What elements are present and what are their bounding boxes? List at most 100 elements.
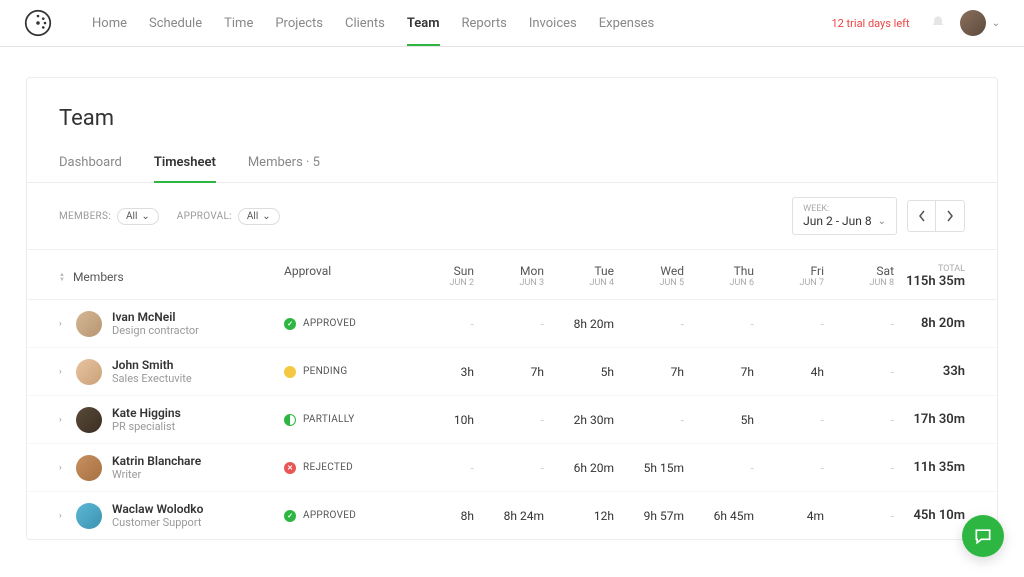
member-info: Katrin BlanchareWriter (112, 454, 201, 481)
td-member: › Ivan McNeilDesign contractor (59, 310, 284, 337)
td-day-value: 5h (684, 413, 754, 427)
approval-status-text: REJECTED (303, 462, 353, 473)
expand-row-caret[interactable]: › (59, 511, 66, 521)
td-day-value: - (474, 461, 544, 475)
chevron-right-icon (946, 210, 954, 222)
trial-days-left[interactable]: 12 trial days left (831, 17, 909, 30)
td-approval: APPROVED (284, 318, 404, 330)
nav-projects[interactable]: Projects (275, 1, 323, 46)
filter-approval: APPROVAL: All ⌄ (177, 208, 280, 225)
td-approval: PENDING (284, 366, 404, 378)
td-member: › Waclaw WolodkoCustomer Support (59, 502, 284, 529)
member-name[interactable]: Katrin Blanchare (112, 454, 201, 468)
member-avatar[interactable] (76, 503, 102, 529)
nav-reports[interactable]: Reports (462, 1, 507, 46)
app-logo[interactable] (24, 9, 52, 37)
td-day-value: 9h 57m (614, 509, 684, 523)
filter-approval-select[interactable]: All ⌄ (238, 208, 280, 225)
td-day-value: 7h (474, 365, 544, 379)
member-avatar[interactable] (76, 359, 102, 385)
td-day-value: 4h (754, 365, 824, 379)
member-name[interactable]: Waclaw Wolodko (112, 502, 203, 516)
chevron-down-icon: ⌄ (878, 216, 886, 227)
member-role: Design contractor (112, 324, 199, 337)
nav-clients[interactable]: Clients (345, 1, 385, 46)
table-row: › Waclaw WolodkoCustomer Support APPROVED 8… (27, 492, 997, 539)
table-row: ›John SmithSales ExectuvitePENDING3h7h5h… (27, 348, 997, 396)
chat-icon (973, 526, 993, 546)
member-name[interactable]: John Smith (112, 358, 192, 372)
td-total: 33h (894, 364, 965, 379)
tab-members[interactable]: Members · 5 (248, 147, 320, 182)
nav-team[interactable]: Team (407, 1, 440, 46)
th-members[interactable]: ▲▼ Members (59, 264, 284, 289)
th-day-tue: TueJUN 4 (544, 264, 614, 289)
th-day-fri: FriJUN 7 (754, 264, 824, 289)
member-name[interactable]: Kate Higgins (112, 406, 181, 420)
tab-timesheet[interactable]: Timesheet (154, 147, 216, 182)
td-total: 17h 30m (894, 412, 965, 427)
timesheet-table: ▲▼ Members Approval SunJUN 2MonJUN 3TueJ… (27, 250, 997, 539)
approval-status-icon (284, 462, 296, 474)
member-role: Sales Exectuvite (112, 372, 192, 385)
member-info: Ivan McNeilDesign contractor (112, 310, 199, 337)
filter-members-label: MEMBERS: (59, 211, 111, 222)
td-day-value: - (824, 413, 894, 427)
member-avatar[interactable] (76, 455, 102, 481)
td-day-value: - (754, 317, 824, 331)
expand-row-caret[interactable]: › (59, 415, 66, 425)
user-avatar[interactable] (960, 10, 986, 36)
filter-members-select[interactable]: All ⌄ (117, 208, 159, 225)
approval-status-text: APPROVED (303, 318, 356, 329)
expand-row-caret[interactable]: › (59, 367, 66, 377)
member-role: PR specialist (112, 420, 181, 433)
next-week-button[interactable] (936, 201, 964, 231)
tab-dashboard[interactable]: Dashboard (59, 147, 122, 182)
chevron-down-icon: ⌄ (262, 211, 270, 222)
prev-week-button[interactable] (908, 201, 936, 231)
td-day-value: 7h (684, 365, 754, 379)
nav-home[interactable]: Home (92, 1, 127, 46)
chevron-down-icon[interactable]: ⌄ (992, 18, 1000, 29)
td-day-value: 5h 15m (614, 461, 684, 475)
week-range: Jun 2 - Jun 8 (803, 214, 871, 228)
expand-row-caret[interactable]: › (59, 463, 66, 473)
td-day-value: 6h 20m (544, 461, 614, 475)
member-info: Waclaw WolodkoCustomer Support (112, 502, 203, 529)
filters-bar: MEMBERS: All ⌄ APPROVAL: All ⌄ WEEK: Jun… (27, 183, 997, 250)
member-name[interactable]: Ivan McNeil (112, 310, 199, 324)
td-day-value: - (824, 461, 894, 475)
th-approval: Approval (284, 264, 404, 289)
td-total: 8h 20m (894, 316, 965, 331)
chevron-down-icon: ⌄ (141, 211, 149, 222)
notification-bell-icon[interactable] (930, 15, 946, 31)
approval-status-icon (284, 414, 296, 426)
main-nav: Home Schedule Time Projects Clients Team Repor… (92, 1, 831, 46)
td-day-value: 6h 45m (684, 509, 754, 523)
week-range-select[interactable]: WEEK: Jun 2 - Jun 8 ⌄ (792, 197, 897, 235)
td-day-value: - (754, 413, 824, 427)
td-day-value: - (614, 317, 684, 331)
approval-status-text: APPROVED (303, 510, 356, 521)
nav-invoices[interactable]: Invoices (529, 1, 577, 46)
td-day-value: 8h (404, 509, 474, 523)
week-selector: WEEK: Jun 2 - Jun 8 ⌄ (792, 197, 965, 235)
td-day-value: - (474, 413, 544, 427)
table-header-row: ▲▼ Members Approval SunJUN 2MonJUN 3TueJ… (27, 250, 997, 300)
approval-status-icon (284, 318, 296, 330)
td-day-value: 8h 20m (544, 317, 614, 331)
td-member: › John SmithSales Exectuvite (59, 358, 284, 385)
td-day-value: 2h 30m (544, 413, 614, 427)
approval-status-icon (284, 510, 296, 522)
member-avatar[interactable] (76, 407, 102, 433)
th-day-sun: SunJUN 2 (404, 264, 474, 289)
approval-status-icon (284, 366, 296, 378)
help-chat-button[interactable] (962, 515, 1004, 557)
expand-row-caret[interactable]: › (59, 319, 66, 329)
nav-schedule[interactable]: Schedule (149, 1, 202, 46)
td-total: 11h 35m (894, 460, 965, 475)
nav-time[interactable]: Time (224, 1, 253, 46)
view-tabs: Dashboard Timesheet Members · 5 (27, 147, 997, 183)
member-avatar[interactable] (76, 311, 102, 337)
nav-expenses[interactable]: Expenses (599, 1, 655, 46)
